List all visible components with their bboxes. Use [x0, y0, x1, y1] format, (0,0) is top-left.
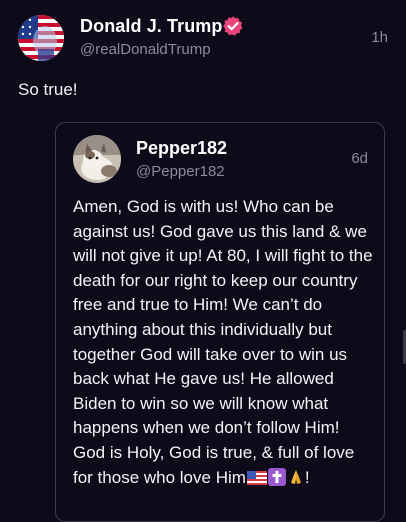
- post-timestamp[interactable]: 1h: [371, 29, 388, 46]
- latin-cross-icon: [267, 467, 286, 494]
- quoted-post-body: Amen, God is with us! Who can be against…: [73, 197, 373, 487]
- quoted-post-card[interactable]: Pepper182 @Pepper182 6d Amen, God is wit…: [55, 122, 385, 522]
- post: Donald J. Trump @realDonaldTrump 1h So t…: [0, 0, 406, 522]
- quoted-author-handle[interactable]: @Pepper182: [136, 163, 225, 180]
- avatar-cat-image: [73, 135, 121, 183]
- author-avatar[interactable]: [18, 15, 64, 61]
- avatar-flag-image: [18, 15, 64, 61]
- quoted-post-timestamp[interactable]: 6d: [351, 150, 368, 167]
- quoted-author-avatar[interactable]: [73, 135, 121, 183]
- quoted-post-suffix: !: [304, 467, 310, 487]
- us-flag-icon: [246, 469, 267, 494]
- quoted-author-name[interactable]: Pepper182: [136, 138, 227, 159]
- quoted-post-text: Amen, God is with us! Who can be against…: [73, 195, 373, 493]
- folded-hands-icon: [287, 468, 305, 494]
- verified-badge-icon: [223, 16, 243, 36]
- author-handle[interactable]: @realDonaldTrump: [80, 41, 211, 58]
- author-name[interactable]: Donald J. Trump: [80, 16, 223, 37]
- post-text: So true!: [18, 80, 78, 99]
